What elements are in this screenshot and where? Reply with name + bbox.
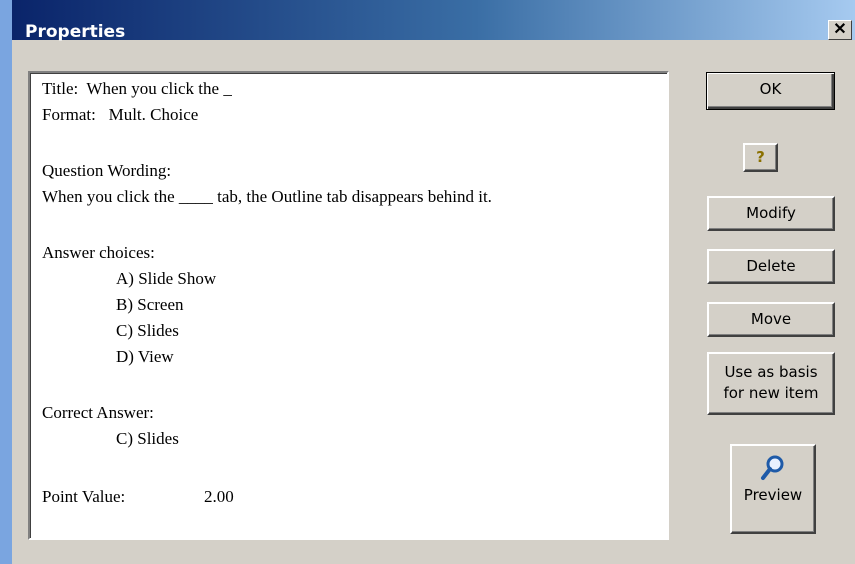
answer-choice: C) Slides <box>116 321 179 340</box>
answer-choice: D) View <box>116 347 174 366</box>
ok-button[interactable]: OK <box>706 72 835 110</box>
point-value-label: Point Value: <box>42 487 126 506</box>
point-value: 2.00 <box>204 487 234 506</box>
answer-choice: B) Screen <box>116 295 184 314</box>
item-properties-text: Title: When you click the _ Format: Mult… <box>28 71 669 540</box>
basis-label-line2: for new item <box>723 384 819 402</box>
help-button[interactable]: ? <box>743 143 778 172</box>
close-button[interactable]: ✕ <box>828 20 852 40</box>
correct-answer-heading: Correct Answer: <box>42 403 154 422</box>
move-label: Move <box>750 310 792 328</box>
preview-label: Preview <box>743 486 803 504</box>
question-heading: Question Wording: <box>42 161 172 180</box>
question-text: When you click the ____ tab, the Outline… <box>42 187 492 206</box>
delete-button[interactable]: Delete <box>707 249 835 284</box>
modify-button[interactable]: Modify <box>707 196 835 231</box>
answer-choice: A) Slide Show <box>116 269 217 288</box>
title-line: Title: When you click the _ <box>42 79 232 98</box>
delete-label: Delete <box>746 257 796 275</box>
modify-label: Modify <box>746 204 796 222</box>
question-mark-icon: ? <box>756 148 765 166</box>
format-line: Format: Mult. Choice <box>42 105 199 124</box>
ok-label: OK <box>759 80 782 98</box>
use-as-basis-button[interactable]: Use as basis for new item <box>707 352 835 415</box>
title-bar[interactable]: Properties ✕ <box>12 0 855 42</box>
basis-label-line1: Use as basis <box>724 363 818 381</box>
close-icon: ✕ <box>833 21 847 38</box>
answers-heading: Answer choices: <box>42 243 155 262</box>
move-button[interactable]: Move <box>707 302 835 337</box>
preview-button[interactable]: Preview <box>730 444 816 534</box>
window-title: Properties <box>25 22 126 42</box>
correct-answer: C) Slides <box>116 429 179 448</box>
magnifier-icon <box>761 455 784 480</box>
